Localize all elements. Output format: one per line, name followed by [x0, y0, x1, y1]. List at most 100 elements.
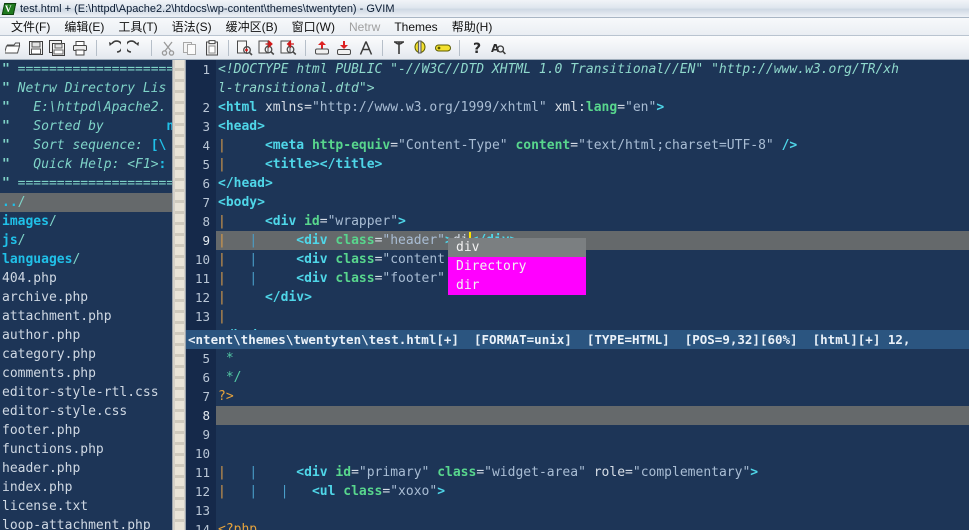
netrw-entry[interactable]: index.php: [0, 478, 172, 497]
code-line-php[interactable]: 11 | | <div id="primary" class="widget-ar…: [186, 462, 969, 482]
netrw-entry[interactable]: category.php: [0, 345, 172, 364]
completion-item[interactable]: div: [448, 238, 586, 257]
code-line-php[interactable]: 13: [186, 500, 969, 520]
save-session-icon[interactable]: [333, 37, 354, 58]
code-line-html[interactable]: l-transitional.dtd">: [186, 79, 969, 98]
code-token: "text/html;charset=UTF-8": [578, 138, 782, 153]
print-icon[interactable]: [69, 37, 90, 58]
netrw-entry[interactable]: js/: [0, 231, 172, 250]
line-number: 5: [186, 155, 216, 174]
code-line-text: | | | <ul class="xoxo">: [216, 482, 969, 501]
code-line-php[interactable]: 12 | | | <ul class="xoxo">: [186, 481, 969, 501]
find-prev-icon[interactable]: [278, 37, 299, 58]
netrw-entry[interactable]: 404.php: [0, 269, 172, 288]
code-line-php[interactable]: 10: [186, 443, 969, 463]
help-icon[interactable]: ?: [465, 37, 486, 58]
netrw-entry[interactable]: archive.php: [0, 288, 172, 307]
vertical-scrollbar[interactable]: [172, 60, 186, 530]
editor-window-php[interactable]: 5 * 6 */7 ?> 8 9 10 11 | | <div id="primary" cl…: [186, 348, 969, 530]
completion-popup-menu[interactable]: div Directory dir: [448, 238, 586, 295]
load-session-icon[interactable]: [311, 37, 332, 58]
find-help-icon[interactable]: A: [487, 37, 508, 58]
netrw-entry[interactable]: editor-style-rtl.css: [0, 383, 172, 402]
toolbar-separator: [456, 39, 463, 57]
vertical-scrollbar-thumb[interactable]: [175, 60, 184, 530]
netrw-entry[interactable]: footer.php: [0, 421, 172, 440]
code-token: =: [476, 464, 485, 480]
code-line-html[interactable]: 7 <body>: [186, 193, 969, 212]
netrw-entry[interactable]: author.php: [0, 326, 172, 345]
code-token: <body>: [218, 195, 265, 210]
menu-item-0[interactable]: 文件(F): [4, 18, 57, 35]
undo-icon[interactable]: [102, 37, 123, 58]
paste-icon[interactable]: [201, 37, 222, 58]
line-number: 3: [186, 117, 216, 136]
find-icon[interactable]: [234, 37, 255, 58]
netrw-entry[interactable]: languages/: [0, 250, 172, 269]
code-token: </body>: [218, 328, 273, 330]
make-tags-icon[interactable]: [432, 37, 453, 58]
netrw-entry[interactable]: images/: [0, 212, 172, 231]
line-number: 12: [186, 288, 216, 307]
code-line-html[interactable]: 4 | <meta http-equiv="Content-Type" conte…: [186, 136, 969, 155]
tool-bar[interactable]: ? A: [0, 36, 969, 60]
netrw-entry[interactable]: ../: [0, 193, 172, 212]
menu-item-7[interactable]: Themes: [387, 20, 444, 34]
toolbar-separator: [225, 39, 232, 57]
completion-item[interactable]: Directory: [448, 257, 586, 276]
menu-bar[interactable]: 文件(F) 编辑(E) 工具(T) 语法(S) 缓冲区(B) 窗口(W) Netrw Them…: [0, 18, 969, 36]
netrw-entry-label: footer.php: [2, 423, 81, 438]
find-next-icon[interactable]: [256, 37, 277, 58]
netrw-entry[interactable]: attachment.php: [0, 307, 172, 326]
code-line-php[interactable]: 7 ?>: [186, 386, 969, 406]
code-token: |: [249, 233, 281, 248]
netrw-entry[interactable]: loop-attachment.php: [0, 516, 172, 530]
menu-item-3[interactable]: 语法(S): [165, 18, 219, 35]
menu-item-6[interactable]: Netrw: [342, 20, 387, 34]
menu-item-8[interactable]: 帮助(H): [445, 18, 500, 35]
toolbar-separator: [302, 39, 309, 57]
code-token: id: [335, 464, 352, 480]
netrw-entry[interactable]: header.php: [0, 459, 172, 478]
code-line-html[interactable]: 8 | <div id="wrapper">: [186, 212, 969, 231]
code-line-html[interactable]: 14</body>: [186, 326, 969, 330]
code-token: "http://www.w3.org/1999/xhtml": [311, 100, 555, 115]
code-line-html[interactable]: 5 | <title></title>: [186, 155, 969, 174]
shell-icon[interactable]: [410, 37, 431, 58]
save-icon[interactable]: [25, 37, 46, 58]
code-token: |: [218, 157, 250, 172]
copy-icon[interactable]: [179, 37, 200, 58]
code-line-html[interactable]: 2 <html xmlns="http://www.w3.org/1999/xht…: [186, 98, 969, 117]
make-icon[interactable]: [388, 37, 409, 58]
netrw-entry[interactable]: license.txt: [0, 497, 172, 516]
open-icon[interactable]: [3, 37, 24, 58]
line-number: 2: [186, 98, 216, 117]
code-line-html[interactable]: 13 |: [186, 307, 969, 326]
cut-icon[interactable]: [157, 37, 178, 58]
completion-item[interactable]: dir: [448, 276, 586, 295]
save-all-icon[interactable]: [47, 37, 68, 58]
code-line-php[interactable]: 9: [186, 424, 969, 444]
run-script-icon[interactable]: [355, 37, 376, 58]
netrw-directory-listing[interactable]: " ============================" Netrw Di…: [0, 60, 172, 530]
redo-icon[interactable]: [124, 37, 145, 58]
code-token: |: [218, 290, 250, 305]
code-line-html[interactable]: 6 </head>: [186, 174, 969, 193]
code-line-php[interactable]: 6 */: [186, 367, 969, 387]
code-line-html[interactable]: 1 <!DOCTYPE html PUBLIC "-//W3C//DTD XHTM…: [186, 60, 969, 79]
code-line-php[interactable]: 5 *: [186, 348, 969, 368]
menu-item-1[interactable]: 编辑(E): [57, 18, 111, 35]
code-line-html[interactable]: 3 <head>: [186, 117, 969, 136]
status-line-html: <ntent\themes\twentyten\test.html[+] [FO…: [186, 329, 969, 349]
line-number: 8: [186, 405, 216, 425]
code-line-php[interactable]: 8: [186, 405, 969, 425]
code-line-php[interactable]: 14 <?php: [186, 519, 969, 530]
netrw-entry[interactable]: functions.php: [0, 440, 172, 459]
menu-item-4[interactable]: 缓冲区(B): [219, 18, 285, 35]
netrw-entry[interactable]: comments.php: [0, 364, 172, 383]
netrw-entry[interactable]: editor-style.css: [0, 402, 172, 421]
menu-item-5[interactable]: 窗口(W): [285, 18, 342, 35]
menu-item-2[interactable]: 工具(T): [111, 18, 164, 35]
svg-text:?: ?: [473, 41, 481, 56]
netrw-entry-label: loop-attachment.php: [2, 518, 151, 530]
